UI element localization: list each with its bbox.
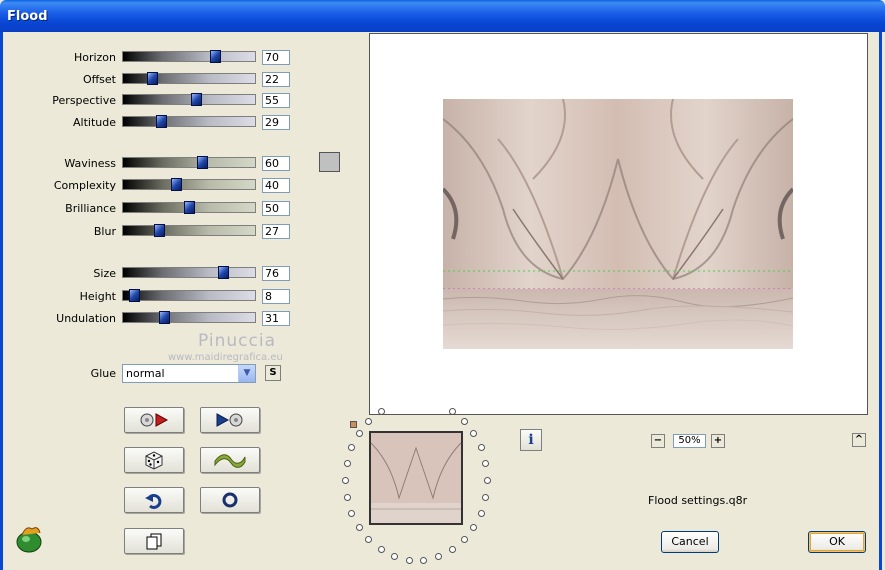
navigator-dot[interactable] xyxy=(355,524,363,532)
undulation-value-input[interactable]: 31 xyxy=(262,311,290,326)
copy-button[interactable] xyxy=(124,528,184,554)
perspective-label: Perspective xyxy=(52,94,116,107)
randomize-button[interactable] xyxy=(124,447,184,473)
perspective-value-input[interactable]: 55 xyxy=(262,93,290,108)
complexity-value-input[interactable]: 40 xyxy=(262,178,290,193)
random-left-button[interactable] xyxy=(124,407,184,433)
size-slider[interactable] xyxy=(122,266,256,279)
navigator-dot[interactable] xyxy=(377,546,385,554)
navigator-dot[interactable] xyxy=(405,556,413,564)
height-slider-thumb[interactable] xyxy=(128,289,140,302)
reset-button[interactable] xyxy=(200,487,260,513)
offset-slider[interactable] xyxy=(122,72,256,85)
undulation-label: Undulation xyxy=(56,312,116,325)
offset-slider-thumb[interactable] xyxy=(147,72,159,85)
complexity-slider-thumb[interactable] xyxy=(170,178,182,191)
size-value-input[interactable]: 76 xyxy=(262,266,290,281)
complexity-slider[interactable] xyxy=(122,178,256,191)
cancel-button[interactable]: Cancel xyxy=(661,531,719,553)
wave-icon xyxy=(214,454,246,468)
title-bar[interactable]: Flood xyxy=(0,0,885,32)
height-value-input[interactable]: 8 xyxy=(262,289,290,304)
navigator-dot[interactable] xyxy=(377,407,385,415)
waviness-slider-thumb[interactable] xyxy=(197,156,209,169)
blur-slider[interactable] xyxy=(122,224,256,237)
altitude-label: Altitude xyxy=(73,116,116,129)
navigator-dot[interactable] xyxy=(460,417,468,425)
navigator-dot[interactable] xyxy=(477,509,485,517)
undo-icon xyxy=(145,493,162,509)
undulation-slider[interactable] xyxy=(122,311,256,324)
blur-slider-thumb[interactable] xyxy=(153,224,165,237)
waviness-slider[interactable] xyxy=(122,156,256,169)
zoom-level: 50% xyxy=(673,434,706,448)
horizon-label: Horizon xyxy=(73,51,116,64)
random-right-button[interactable] xyxy=(200,407,260,433)
size-slider-thumb[interactable] xyxy=(218,266,230,279)
undo-button[interactable] xyxy=(124,487,184,513)
navigator-dot[interactable] xyxy=(434,553,442,561)
brilliance-slider-thumb[interactable] xyxy=(184,201,195,214)
color-swatch[interactable] xyxy=(319,152,340,172)
ring-icon xyxy=(222,492,238,508)
preview-image xyxy=(443,99,793,349)
app-logo-icon xyxy=(16,527,42,553)
navigator-dot[interactable] xyxy=(348,509,356,517)
wave-button[interactable] xyxy=(200,447,260,473)
glue-dropdown[interactable]: normal ▼ xyxy=(122,364,256,383)
navigator-dot[interactable] xyxy=(460,536,468,544)
zoom-in-button[interactable]: + xyxy=(711,434,725,448)
window-title: Flood xyxy=(7,9,48,24)
navigator-dot[interactable] xyxy=(355,429,363,437)
ok-button[interactable]: OK xyxy=(808,531,866,553)
offset-value-input[interactable]: 22 xyxy=(262,72,290,87)
size-label: Size xyxy=(93,267,116,280)
perspective-slider[interactable] xyxy=(122,93,256,106)
altitude-slider[interactable] xyxy=(122,115,256,128)
navigator-dot[interactable] xyxy=(343,460,351,468)
undulation-slider-thumb[interactable] xyxy=(158,311,170,324)
horizon-slider[interactable] xyxy=(122,50,256,63)
complexity-label: Complexity xyxy=(53,179,116,192)
glue-s-button[interactable]: S xyxy=(265,365,281,381)
watermark-name: Pinuccia xyxy=(198,331,276,351)
brilliance-slider[interactable] xyxy=(122,201,256,214)
dice-arrow-icon xyxy=(140,413,169,427)
brilliance-value-input[interactable]: 50 xyxy=(262,201,290,216)
horizon-slider-thumb[interactable] xyxy=(210,50,222,63)
blur-label: Blur xyxy=(93,225,116,238)
info-button[interactable]: i xyxy=(520,429,542,451)
arrow-dice-icon xyxy=(216,413,243,427)
waviness-label: Waviness xyxy=(64,157,116,170)
copy-icon xyxy=(146,533,162,550)
brilliance-label: Brilliance xyxy=(65,202,116,215)
position-anchor[interactable] xyxy=(350,421,357,428)
horizon-value-input[interactable]: 70 xyxy=(262,50,290,65)
navigator-thumbnail[interactable] xyxy=(369,431,463,525)
perspective-slider-thumb[interactable] xyxy=(190,93,202,106)
navigator-dot[interactable] xyxy=(420,556,428,564)
navigator-dot[interactable] xyxy=(343,493,351,501)
glue-label: Glue xyxy=(90,367,116,380)
height-slider[interactable] xyxy=(122,289,256,302)
settings-filename: Flood settings.q8r xyxy=(648,494,748,507)
navigator-dot[interactable] xyxy=(448,546,456,554)
dice-icon xyxy=(145,451,163,470)
waviness-value-input[interactable]: 60 xyxy=(262,156,290,171)
preview-panel[interactable] xyxy=(369,33,868,415)
altitude-slider-thumb[interactable] xyxy=(156,115,168,128)
navigator-dot[interactable] xyxy=(484,477,491,484)
navigator-dot[interactable] xyxy=(342,477,349,484)
chevron-down-icon[interactable]: ▼ xyxy=(238,365,255,382)
watermark-url: www.maidiregrafica.eu xyxy=(168,352,283,363)
zoom-out-button[interactable]: − xyxy=(651,434,665,448)
blur-value-input[interactable]: 27 xyxy=(262,224,290,239)
glue-value: normal xyxy=(126,367,165,380)
offset-label: Offset xyxy=(82,73,116,86)
navigator-dot[interactable] xyxy=(448,407,456,415)
altitude-value-input[interactable]: 29 xyxy=(262,115,290,130)
height-label: Height xyxy=(79,290,116,303)
collapse-button[interactable]: ^ xyxy=(852,433,866,447)
